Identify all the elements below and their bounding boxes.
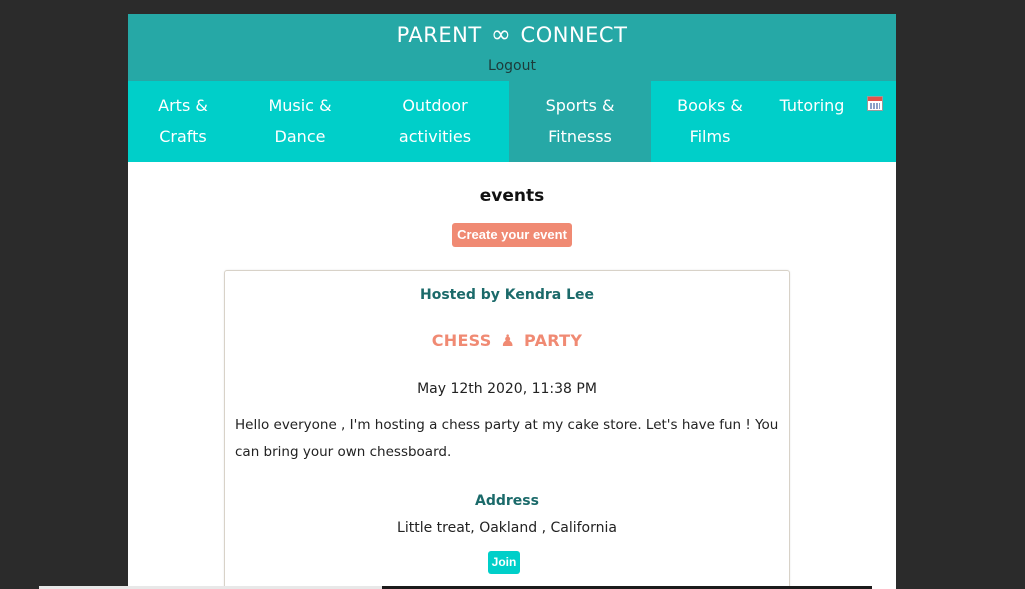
nav-item-outdoor-activities[interactable]: Outdoor activities <box>386 81 484 162</box>
event-description: Hello everyone , I'm hosting a chess par… <box>235 417 779 460</box>
nav-item-books-films[interactable]: Books & Films <box>668 81 752 162</box>
nav-item-tutoring[interactable]: Tutoring <box>771 81 853 162</box>
logout-link[interactable]: Logout <box>488 58 536 74</box>
brand-left-text: PARENT <box>396 23 482 47</box>
nav-item-label-line1: Books & <box>677 96 743 115</box>
event-card: Hosted by Kendra Lee CHESS ♟ PARTY May 1… <box>224 270 790 589</box>
app-page: PARENT ∞ CONNECT Logout Arts & Crafts Mu… <box>128 14 896 589</box>
calendar-icon-header <box>868 97 882 101</box>
brand-right-text: CONNECT <box>520 23 628 47</box>
event-host: Hosted by Kendra Lee <box>420 287 594 303</box>
nav-item-label-line1: Music & <box>268 96 332 115</box>
nav-item-label-line2: Crafts <box>159 127 207 146</box>
event-date: May 12th 2020, 11:38 PM <box>417 381 597 397</box>
nav-item-label-line2: Dance <box>274 127 326 146</box>
nav-item-label-line1: Outdoor <box>402 96 468 115</box>
nav-item-music-dance[interactable]: Music & Dance <box>256 81 344 162</box>
header: PARENT ∞ CONNECT Logout <box>128 14 896 81</box>
join-wrap: Join <box>225 551 789 574</box>
event-title-left: CHESS <box>431 331 492 350</box>
event-address: Little treat, Oakland , California <box>397 520 617 536</box>
event-title-right: PARTY <box>524 331 583 350</box>
create-event-button[interactable]: Create your event <box>452 223 572 247</box>
nav-item-label-line1: Sports & <box>545 96 615 115</box>
infinity-icon: ∞ <box>490 20 512 48</box>
nav-item-label-line2: activities <box>398 127 472 146</box>
event-title: CHESS ♟ PARTY <box>225 331 789 351</box>
category-nav: Arts & Crafts Music & Dance Outdoor acti… <box>128 81 896 162</box>
address-heading: Address <box>475 493 539 509</box>
nav-item-label-line1: Tutoring <box>779 96 845 115</box>
nav-item-label-line1: Arts & <box>158 96 208 115</box>
nav-item-label-line2: Fitnesss <box>548 127 612 146</box>
nav-item-arts-crafts[interactable]: Arts & Crafts <box>138 81 228 162</box>
nav-item-label-line2: Films <box>689 127 731 146</box>
brand-logo[interactable]: PARENT ∞ CONNECT <box>128 14 896 47</box>
nav-item-sports-fitness[interactable]: Sports & Fitnesss <box>509 81 651 162</box>
main-content: events Create your event <box>128 186 896 247</box>
page-title: events <box>479 186 545 206</box>
chess-pawn-icon: ♟ <box>500 331 516 350</box>
calendar-icon[interactable] <box>867 96 883 111</box>
calendar-icon-grid <box>870 103 880 109</box>
join-button[interactable]: Join <box>487 551 521 574</box>
